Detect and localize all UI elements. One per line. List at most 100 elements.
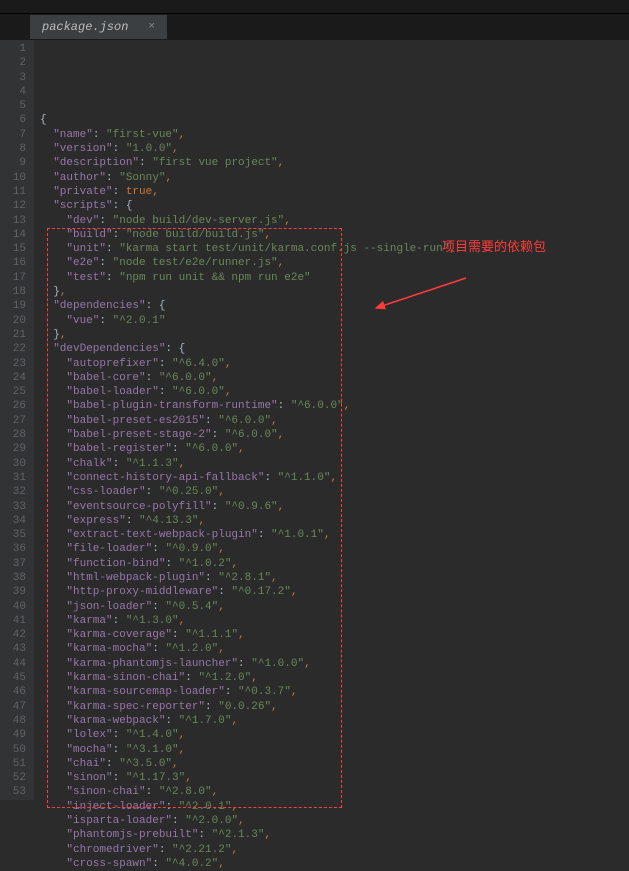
line-number: 34	[4, 514, 26, 528]
line-number: 29	[4, 442, 26, 456]
code-line[interactable]: "isparta-loader": "^2.0.0",	[40, 814, 629, 828]
line-number: 32	[4, 485, 26, 499]
line-number: 26	[4, 399, 26, 413]
line-number: 3	[4, 71, 26, 85]
line-number: 40	[4, 600, 26, 614]
code-line[interactable]: "function-bind": "^1.0.2",	[40, 557, 629, 571]
line-number: 48	[4, 714, 26, 728]
line-number: 2	[4, 56, 26, 70]
code-line[interactable]: "e2e": "node test/e2e/runner.js",	[40, 256, 629, 270]
line-number: 21	[4, 328, 26, 342]
code-line[interactable]: "name": "first-vue",	[40, 128, 629, 142]
code-line[interactable]: "karma-spec-reporter": "0.0.26",	[40, 700, 629, 714]
code-line[interactable]: "sinon": "^1.17.3",	[40, 771, 629, 785]
code-line[interactable]: "eventsource-polyfill": "^0.9.6",	[40, 500, 629, 514]
code-line[interactable]: "sinon-chai": "^2.8.0",	[40, 785, 629, 799]
code-line[interactable]: "description": "first vue project",	[40, 156, 629, 170]
tab-bar: package.json ×	[0, 14, 629, 40]
line-number: 1	[4, 42, 26, 56]
code-line[interactable]: "http-proxy-middleware": "^0.17.2",	[40, 585, 629, 599]
line-number: 52	[4, 771, 26, 785]
code-line[interactable]: "karma-phantomjs-launcher": "^1.0.0",	[40, 657, 629, 671]
code-line[interactable]: "phantomjs-prebuilt": "^2.1.3",	[40, 828, 629, 842]
line-number: 20	[4, 314, 26, 328]
line-number: 44	[4, 657, 26, 671]
tab-package-json[interactable]: package.json ×	[30, 15, 167, 39]
code-line[interactable]: "extract-text-webpack-plugin": "^1.0.1",	[40, 528, 629, 542]
line-number: 4	[4, 85, 26, 99]
code-line[interactable]: "karma-sourcemap-loader": "^0.3.7",	[40, 685, 629, 699]
tab-title: package.json	[42, 20, 128, 34]
line-number: 46	[4, 685, 26, 699]
code-line[interactable]: "babel-loader": "^6.0.0",	[40, 385, 629, 399]
code-line[interactable]: "private": true,	[40, 185, 629, 199]
code-line[interactable]: "babel-preset-es2015": "^6.0.0",	[40, 414, 629, 428]
code-line[interactable]: "karma-coverage": "^1.1.1",	[40, 628, 629, 642]
code-line[interactable]: "vue": "^2.0.1"	[40, 314, 629, 328]
code-line[interactable]: "json-loader": "^0.5.4",	[40, 600, 629, 614]
code-line[interactable]: "chai": "^3.5.0",	[40, 757, 629, 771]
code-line[interactable]: "babel-preset-stage-2": "^6.0.0",	[40, 428, 629, 442]
line-number: 41	[4, 614, 26, 628]
code-line[interactable]: "chalk": "^1.1.3",	[40, 457, 629, 471]
code-line[interactable]: "html-webpack-plugin": "^2.8.1",	[40, 571, 629, 585]
code-line[interactable]: "inject-loader": "^2.0.1",	[40, 800, 629, 814]
code-line[interactable]: "karma": "^1.3.0",	[40, 614, 629, 628]
line-number: 24	[4, 371, 26, 385]
code-line[interactable]: "lolex": "^1.4.0",	[40, 728, 629, 742]
line-number: 42	[4, 628, 26, 642]
line-number: 38	[4, 571, 26, 585]
line-number: 9	[4, 156, 26, 170]
line-number: 6	[4, 113, 26, 127]
code-line[interactable]: "dev": "node build/dev-server.js",	[40, 214, 629, 228]
code-line[interactable]: "author": "Sonny",	[40, 171, 629, 185]
code-area[interactable]: 项目需要的依赖包 { "name": "first-vue", "version…	[34, 40, 629, 800]
line-number: 35	[4, 528, 26, 542]
code-line[interactable]: "devDependencies": {	[40, 342, 629, 356]
line-number: 49	[4, 728, 26, 742]
line-number: 31	[4, 471, 26, 485]
line-number: 37	[4, 557, 26, 571]
line-number: 14	[4, 228, 26, 242]
code-line[interactable]: "scripts": {	[40, 199, 629, 213]
code-line[interactable]: "karma-webpack": "^1.7.0",	[40, 714, 629, 728]
line-number: 53	[4, 785, 26, 799]
line-number: 16	[4, 256, 26, 270]
code-line[interactable]: "karma-mocha": "^1.2.0",	[40, 642, 629, 656]
code-line[interactable]: "babel-register": "^6.0.0",	[40, 442, 629, 456]
code-line[interactable]: },	[40, 285, 629, 299]
code-line[interactable]: "babel-plugin-transform-runtime": "^6.0.…	[40, 399, 629, 413]
code-line[interactable]: "chromedriver": "^2.21.2",	[40, 843, 629, 857]
code-line[interactable]: "file-loader": "^0.9.0",	[40, 542, 629, 556]
line-number: 36	[4, 542, 26, 556]
code-line[interactable]: "mocha": "^3.1.0",	[40, 743, 629, 757]
code-line[interactable]: "babel-core": "^6.0.0",	[40, 371, 629, 385]
code-line[interactable]: "test": "npm run unit && npm run e2e"	[40, 271, 629, 285]
line-number: 33	[4, 500, 26, 514]
annotation-text: 项目需要的依赖包	[442, 240, 546, 254]
code-line[interactable]: "karma-sinon-chai": "^1.2.0",	[40, 671, 629, 685]
close-icon[interactable]: ×	[148, 21, 155, 33]
code-line[interactable]: "autoprefixer": "^6.4.0",	[40, 357, 629, 371]
line-number: 5	[4, 99, 26, 113]
line-number: 23	[4, 357, 26, 371]
code-line[interactable]: {	[40, 113, 629, 127]
code-line[interactable]: "dependencies": {	[40, 299, 629, 313]
code-line[interactable]: "css-loader": "^0.25.0",	[40, 485, 629, 499]
line-number: 47	[4, 700, 26, 714]
line-number: 15	[4, 242, 26, 256]
line-number: 51	[4, 757, 26, 771]
line-number: 30	[4, 457, 26, 471]
window-titlebar	[0, 0, 629, 14]
line-number: 50	[4, 743, 26, 757]
code-line[interactable]: "connect-history-api-fallback": "^1.1.0"…	[40, 471, 629, 485]
line-number: 22	[4, 342, 26, 356]
code-line[interactable]: "version": "1.0.0",	[40, 142, 629, 156]
code-line[interactable]: },	[40, 328, 629, 342]
line-number: 13	[4, 214, 26, 228]
code-line[interactable]: "cross-spawn": "^4.0.2",	[40, 857, 629, 871]
code-line[interactable]: "express": "^4.13.3",	[40, 514, 629, 528]
line-number: 45	[4, 671, 26, 685]
line-number: 7	[4, 128, 26, 142]
line-number: 28	[4, 428, 26, 442]
